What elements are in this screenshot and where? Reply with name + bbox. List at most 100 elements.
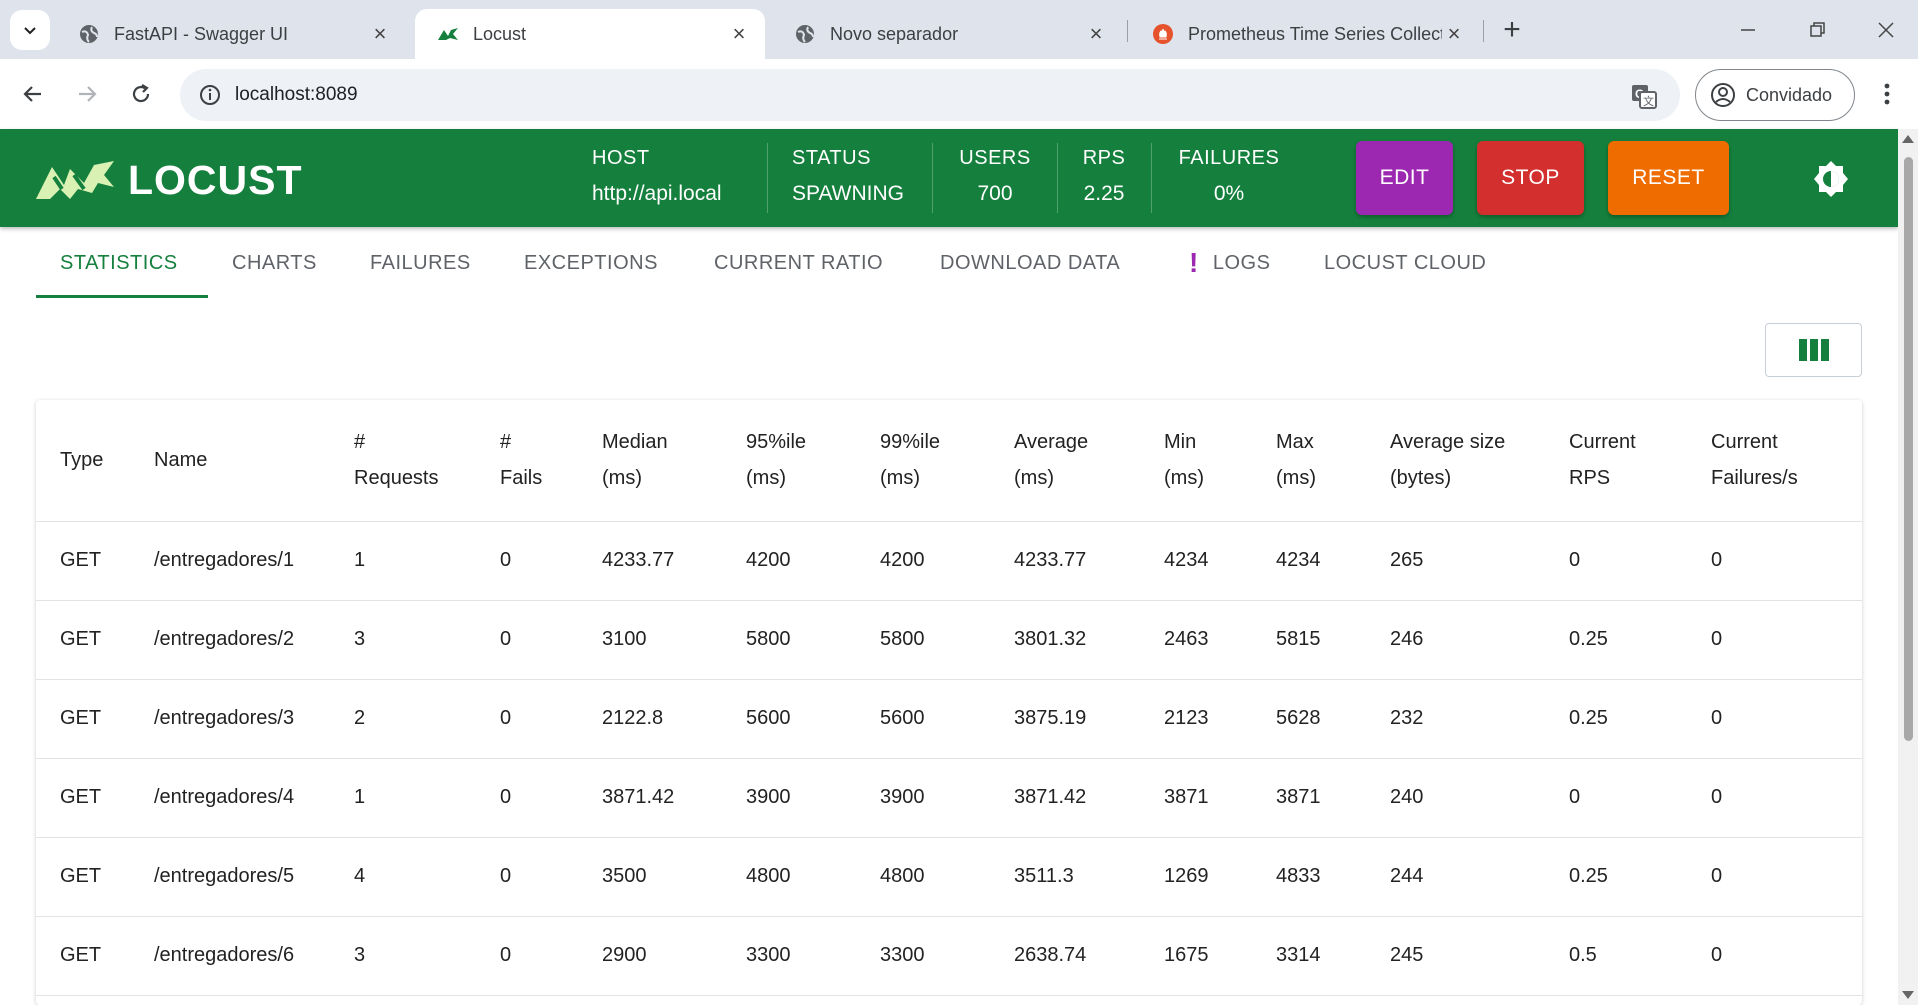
column-header-label: RPS (1569, 467, 1611, 490)
arrow-right-icon (79, 86, 97, 102)
forward-button[interactable] (68, 75, 106, 113)
column-header[interactable]: Average (ms) (990, 400, 1140, 522)
browser-tab-strip: FastAPI - Swagger UI × Locust × Novo sep… (0, 0, 1918, 59)
failures-value: 0% (1213, 182, 1245, 205)
table-cell: 5600 (856, 679, 990, 759)
column-header-label: Median (602, 431, 668, 454)
browser-tab-fastapi[interactable]: FastAPI - Swagger UI × (56, 9, 406, 59)
column-header-label: Fails (500, 467, 543, 490)
column-header-label: 99%ile (880, 431, 941, 454)
translate-icon[interactable]: G文 (1630, 82, 1658, 110)
table-cell: 0 (1687, 679, 1862, 759)
table-row: GET/entregadores/1 1 0 4233.77 4200 4200 4233.… (36, 521, 1862, 601)
table-cell: 0 (476, 600, 578, 680)
table-cell: 0 (1687, 600, 1862, 680)
column-header[interactable]: # Requests (330, 400, 476, 522)
table-cell: 4200 (722, 521, 856, 601)
table-cell: 4800 (722, 837, 856, 917)
table-cell: 0.5 (1545, 916, 1687, 996)
table-cell: 3875.19 (990, 679, 1140, 759)
reset-button[interactable]: RESET (1608, 141, 1729, 215)
table-cell: 0 (1545, 758, 1687, 838)
edit-button[interactable]: EDIT (1356, 141, 1453, 215)
scroll-up-arrow-icon[interactable] (1902, 135, 1914, 143)
tab-exceptions[interactable]: EXCEPTIONS (524, 227, 658, 299)
divider (1151, 143, 1152, 213)
restore-button[interactable] (1797, 12, 1837, 48)
column-header[interactable]: Current RPS (1545, 400, 1687, 522)
divider (1057, 143, 1058, 213)
back-button[interactable] (14, 75, 52, 113)
table-cell: 0 (476, 758, 578, 838)
plus-icon: + (1503, 13, 1521, 46)
column-header[interactable]: Name (130, 400, 330, 522)
locust-logo[interactable]: LOCUST (34, 155, 314, 205)
stop-button[interactable]: STOP (1477, 141, 1584, 215)
theme-toggle-icon[interactable] (1811, 159, 1851, 199)
column-header-label: Type (60, 449, 104, 472)
column-header[interactable]: Median (ms) (578, 400, 722, 522)
column-header[interactable]: # Fails (476, 400, 578, 522)
column-header-label: (ms) (1276, 467, 1316, 490)
table-cell: /entregadores/6 (130, 916, 330, 996)
profile-button[interactable]: Convidado (1695, 69, 1855, 121)
new-tab-button[interactable]: + (1496, 13, 1528, 46)
column-header[interactable]: 95%ile (ms) (722, 400, 856, 522)
browser-tab-new[interactable]: Novo separador × (772, 9, 1122, 59)
table-cell: 2900 (578, 916, 722, 996)
column-header[interactable]: Average size (bytes) (1366, 400, 1545, 522)
tab-download-data[interactable]: DOWNLOAD DATA (940, 227, 1120, 299)
browser-menu-button[interactable] (1872, 75, 1902, 113)
column-header[interactable]: 99%ile (ms) (856, 400, 990, 522)
close-icon[interactable]: × (727, 21, 751, 46)
browser-tab-locust[interactable]: Locust × (415, 9, 765, 59)
column-header-label: Name (154, 449, 208, 472)
reload-icon (132, 84, 150, 103)
locust-icon (437, 23, 459, 45)
tab-separator (1483, 20, 1484, 42)
column-header-label: (ms) (746, 467, 786, 490)
table-cell: 1 (330, 521, 476, 601)
table-cell: 1 (330, 758, 476, 838)
address-bar[interactable]: localhost:8089 G文 (180, 69, 1680, 121)
table-cell: 0 (1687, 521, 1862, 601)
tab-charts[interactable]: CHARTS (232, 227, 317, 299)
column-header-label: (bytes) (1390, 467, 1452, 490)
column-header[interactable]: Current Failures/s (1687, 400, 1862, 522)
locust-logo-icon (36, 161, 114, 199)
info-icon[interactable] (198, 83, 222, 107)
table-cell: 2638.74 (990, 916, 1140, 996)
scroll-down-arrow-icon[interactable] (1902, 991, 1914, 999)
table-cell: 3511.3 (990, 837, 1140, 917)
column-header[interactable]: Min (ms) (1140, 400, 1252, 522)
close-window-button[interactable] (1866, 12, 1906, 48)
minimize-button[interactable] (1728, 12, 1768, 48)
column-header-label: # (354, 431, 366, 454)
column-header[interactable]: Type (36, 400, 130, 522)
status-value: SPAWNING (792, 182, 905, 205)
tab-failures[interactable]: FAILURES (370, 227, 471, 299)
status-label: STATUS (792, 147, 871, 169)
table-cell: /entregadores/5 (130, 837, 330, 917)
table-cell: 265 (1366, 521, 1545, 601)
browser-tab-prometheus[interactable]: Prometheus Time Series Collect × (1130, 9, 1480, 59)
table-cell: 245 (1366, 916, 1545, 996)
table-cell: 2123 (1140, 679, 1252, 759)
tab-search-button[interactable] (10, 10, 50, 50)
locust-header: LOCUST HOST http://api.local STATUS SPAW… (0, 129, 1898, 227)
close-icon[interactable]: × (1442, 21, 1466, 46)
column-header[interactable]: Max (ms) (1252, 400, 1366, 522)
tab-locust-cloud[interactable]: LOCUST CLOUD (1324, 227, 1486, 299)
close-icon[interactable]: × (368, 21, 392, 46)
tab-logs[interactable]: ! LOGS (1189, 227, 1270, 299)
table-cell: 0.25 (1545, 600, 1687, 680)
tab-statistics[interactable]: STATISTICS (60, 227, 178, 299)
table-cell: GET (36, 679, 130, 759)
scrollbar-thumb[interactable] (1904, 157, 1913, 741)
tab-current-ratio[interactable]: CURRENT RATIO (714, 227, 883, 299)
close-icon[interactable]: × (1084, 21, 1108, 46)
page-scrollbar[interactable] (1898, 129, 1918, 1005)
users-value: 700 (977, 182, 1013, 205)
column-selector-button[interactable] (1765, 323, 1862, 377)
reload-button[interactable] (122, 75, 160, 113)
